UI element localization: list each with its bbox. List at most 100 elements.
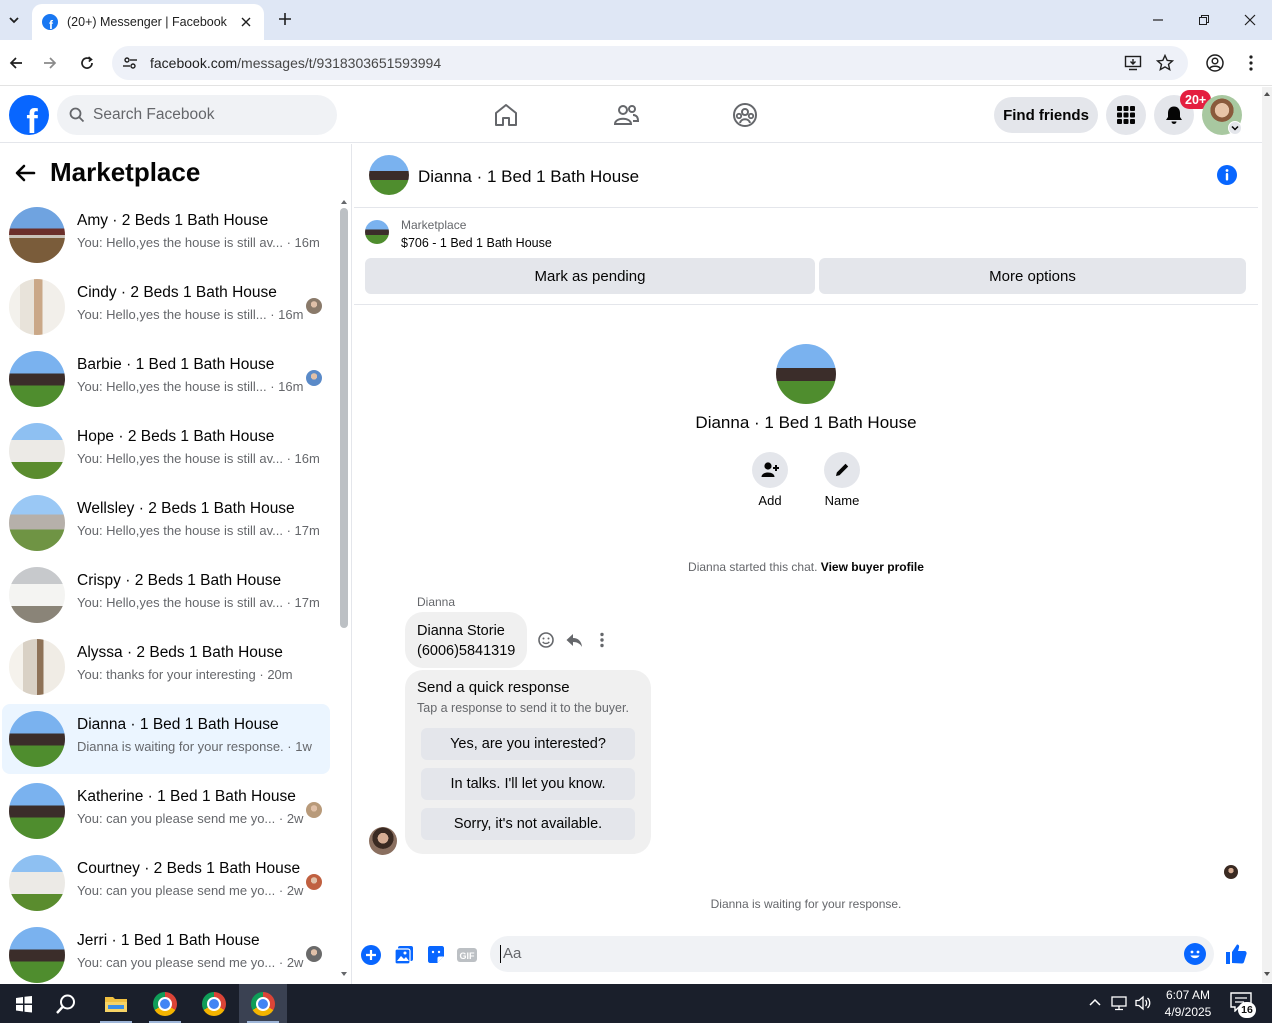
conversation-row[interactable]: Courtney · 2 Beds 1 Bath House You: can y… <box>2 848 330 918</box>
conversation-row[interactable]: Dianna · 1 Bed 1 Bath House Dianna is wai… <box>2 704 330 774</box>
reload-icon[interactable] <box>77 53 97 73</box>
more-options-button[interactable]: More options <box>819 258 1246 294</box>
home-nav-icon[interactable] <box>492 101 520 129</box>
listing-bar: Marketplace $706 - 1 Bed 1 Bath House Ma… <box>354 209 1258 305</box>
site-info-tune-icon[interactable] <box>122 55 138 71</box>
listing-price-title[interactable]: $706 - 1 Bed 1 Bath House <box>401 236 552 250</box>
conversation-row[interactable]: Amy · 2 Beds 1 Bath House You: Hello,yes … <box>2 200 330 270</box>
menu-grid-icon[interactable] <box>1106 95 1146 135</box>
friends-nav-icon[interactable] <box>612 101 640 129</box>
add-more-plus-icon[interactable] <box>360 944 382 966</box>
chrome-taskbar-icon-3[interactable] <box>239 984 287 1023</box>
marketplace-inbox-sidebar: Marketplace Amy · 2 Beds 1 Bath House You… <box>0 144 352 984</box>
back-arrow-icon[interactable] <box>6 53 26 73</box>
reply-arrow-icon[interactable] <box>564 630 584 650</box>
gif-icon[interactable]: GIF <box>456 944 478 966</box>
chrome-taskbar-icon-2[interactable] <box>190 984 238 1023</box>
browser-menu-kebab-icon[interactable] <box>1241 53 1261 73</box>
quick-response-in-talks-button[interactable]: In talks. I'll let you know. <box>421 768 635 800</box>
sticker-icon[interactable] <box>425 944 447 966</box>
conversation-info-icon[interactable] <box>1216 164 1238 186</box>
groups-nav-icon[interactable] <box>731 101 759 129</box>
quick-response-yes-button[interactable]: Yes, are you interested? <box>421 728 635 760</box>
mark-as-pending-button[interactable]: Mark as pending <box>365 258 815 294</box>
conversation-thumbnail <box>9 279 65 335</box>
conversation-title[interactable]: Dianna · 1 Bed 1 Bath House <box>418 167 639 187</box>
conversation-time: 20m <box>267 667 293 682</box>
conversation-row[interactable]: Jerri · 1 Bed 1 Bath House You: can you p… <box>2 920 330 984</box>
browser-profile-icon[interactable] <box>1205 53 1225 73</box>
conversation-row[interactable]: Cindy · 2 Beds 1 Bath House You: Hello,ye… <box>2 272 330 342</box>
page-scrollbar[interactable] <box>1262 87 1272 983</box>
conversation-row[interactable]: Katherine · 1 Bed 1 Bath House You: can y… <box>2 776 330 846</box>
conversation-snippet: You: can you please send me yo... · 2w <box>77 811 303 826</box>
react-smiley-icon[interactable] <box>536 630 556 650</box>
conversation-name: Crispy · 2 Beds 1 Bath House <box>77 572 282 589</box>
scroll-down-icon[interactable] <box>340 970 348 978</box>
sender-avatar[interactable] <box>369 827 397 855</box>
sidebar-title: Marketplace <box>50 157 201 187</box>
tray-chevron-up-icon[interactable] <box>1086 994 1104 1012</box>
emoji-smiley-icon[interactable] <box>1184 943 1206 965</box>
conversation-snippet: You: Hello,yes the house is still av... … <box>77 235 320 250</box>
scroll-up-icon[interactable] <box>340 198 348 206</box>
conversation-thumbnail <box>9 927 65 983</box>
browser-tab-messenger[interactable]: f (20+) Messenger | Facebook <box>32 4 264 40</box>
conversation-row[interactable]: Alyssa · 2 Beds 1 Bath House You: thanks … <box>2 632 330 702</box>
add-action[interactable]: Add <box>740 452 800 508</box>
message-input[interactable]: Aa <box>490 936 1214 972</box>
volume-speaker-icon[interactable] <box>1134 994 1152 1012</box>
chrome-taskbar-icon-1[interactable] <box>141 984 189 1023</box>
conversation-snippet: You: Hello,yes the house is still av... … <box>77 451 320 466</box>
conversation-row[interactable]: Crispy · 2 Beds 1 Bath House You: Hello,y… <box>2 560 330 630</box>
window-close-icon[interactable] <box>1240 10 1260 30</box>
url-host: facebook.com <box>150 55 238 71</box>
chrome-icon <box>202 991 226 1016</box>
view-buyer-profile-link[interactable]: View buyer profile <box>821 560 924 574</box>
tab-search-chevron-icon[interactable] <box>4 8 24 32</box>
taskbar-clock[interactable]: 6:07 AM 4/9/2025 <box>1158 987 1218 1021</box>
conversation-panel: Dianna · 1 Bed 1 Bath House Marketplace … <box>354 144 1258 984</box>
message-bubble[interactable]: Dianna Storie (6006)5841319 <box>405 612 527 668</box>
listing-thumbnail[interactable] <box>365 220 389 244</box>
conversation-header: Dianna · 1 Bed 1 Bath House <box>354 144 1258 208</box>
search-icon[interactable] <box>42 984 90 1023</box>
conversation-row[interactable]: Wellsley · 2 Beds 1 Bath House You: Hello… <box>2 488 330 558</box>
window-minimize-icon[interactable] <box>1148 10 1168 30</box>
thumbs-up-like-icon[interactable] <box>1224 942 1248 966</box>
message-line-1: Dianna Storie <box>417 623 505 639</box>
conversation-snippet-text: You: can you please send me yo... <box>77 883 276 898</box>
windows-start-icon[interactable] <box>0 984 48 1023</box>
install-app-icon[interactable] <box>1124 54 1142 72</box>
attach-photo-icon[interactable] <box>393 944 415 966</box>
file-explorer-icon[interactable] <box>92 984 140 1023</box>
address-bar[interactable]: facebook.com/messages/t/9318303651593994 <box>112 46 1188 80</box>
sidebar-scrollbar-thumb[interactable] <box>340 208 348 628</box>
conversation-row[interactable]: Barbie · 1 Bed 1 Bath House You: Hello,ye… <box>2 344 330 414</box>
forward-arrow-icon[interactable] <box>40 53 60 73</box>
network-icon[interactable] <box>1110 994 1128 1012</box>
conversation-thumbnail <box>9 423 65 479</box>
new-tab-plus-icon[interactable] <box>276 10 294 28</box>
quick-response-not-available-button[interactable]: Sorry, it's not available. <box>421 808 635 840</box>
find-friends-button[interactable]: Find friends <box>994 97 1098 133</box>
back-arrow-icon[interactable] <box>14 162 36 184</box>
name-action[interactable]: Name <box>812 452 872 508</box>
account-chevron-down-icon[interactable] <box>1228 121 1242 135</box>
conversation-thumbnail <box>9 495 65 551</box>
window-restore-icon[interactable] <box>1194 10 1214 30</box>
conversation-name: Jerri · 1 Bed 1 Bath House <box>77 932 260 949</box>
conversation-row[interactable]: Hope · 2 Beds 1 Bath House You: Hello,yes… <box>2 416 330 486</box>
more-kebab-icon[interactable] <box>592 630 612 650</box>
bookmark-star-icon[interactable] <box>1156 54 1174 72</box>
search-facebook-input[interactable]: Search Facebook <box>57 95 337 135</box>
conversation-snippet: You: can you please send me yo... · 2w <box>77 883 303 898</box>
conversation-name: Barbie · 1 Bed 1 Bath House <box>77 356 275 373</box>
listing-avatar[interactable] <box>369 155 409 195</box>
add-person-icon[interactable] <box>752 452 788 488</box>
tab-close-icon[interactable] <box>238 14 254 30</box>
facebook-logo-icon[interactable]: f <box>9 95 49 135</box>
svg-text:GIF: GIF <box>460 951 476 961</box>
pencil-icon[interactable] <box>824 452 860 488</box>
action-center-count-badge: 16 <box>1238 1002 1256 1018</box>
